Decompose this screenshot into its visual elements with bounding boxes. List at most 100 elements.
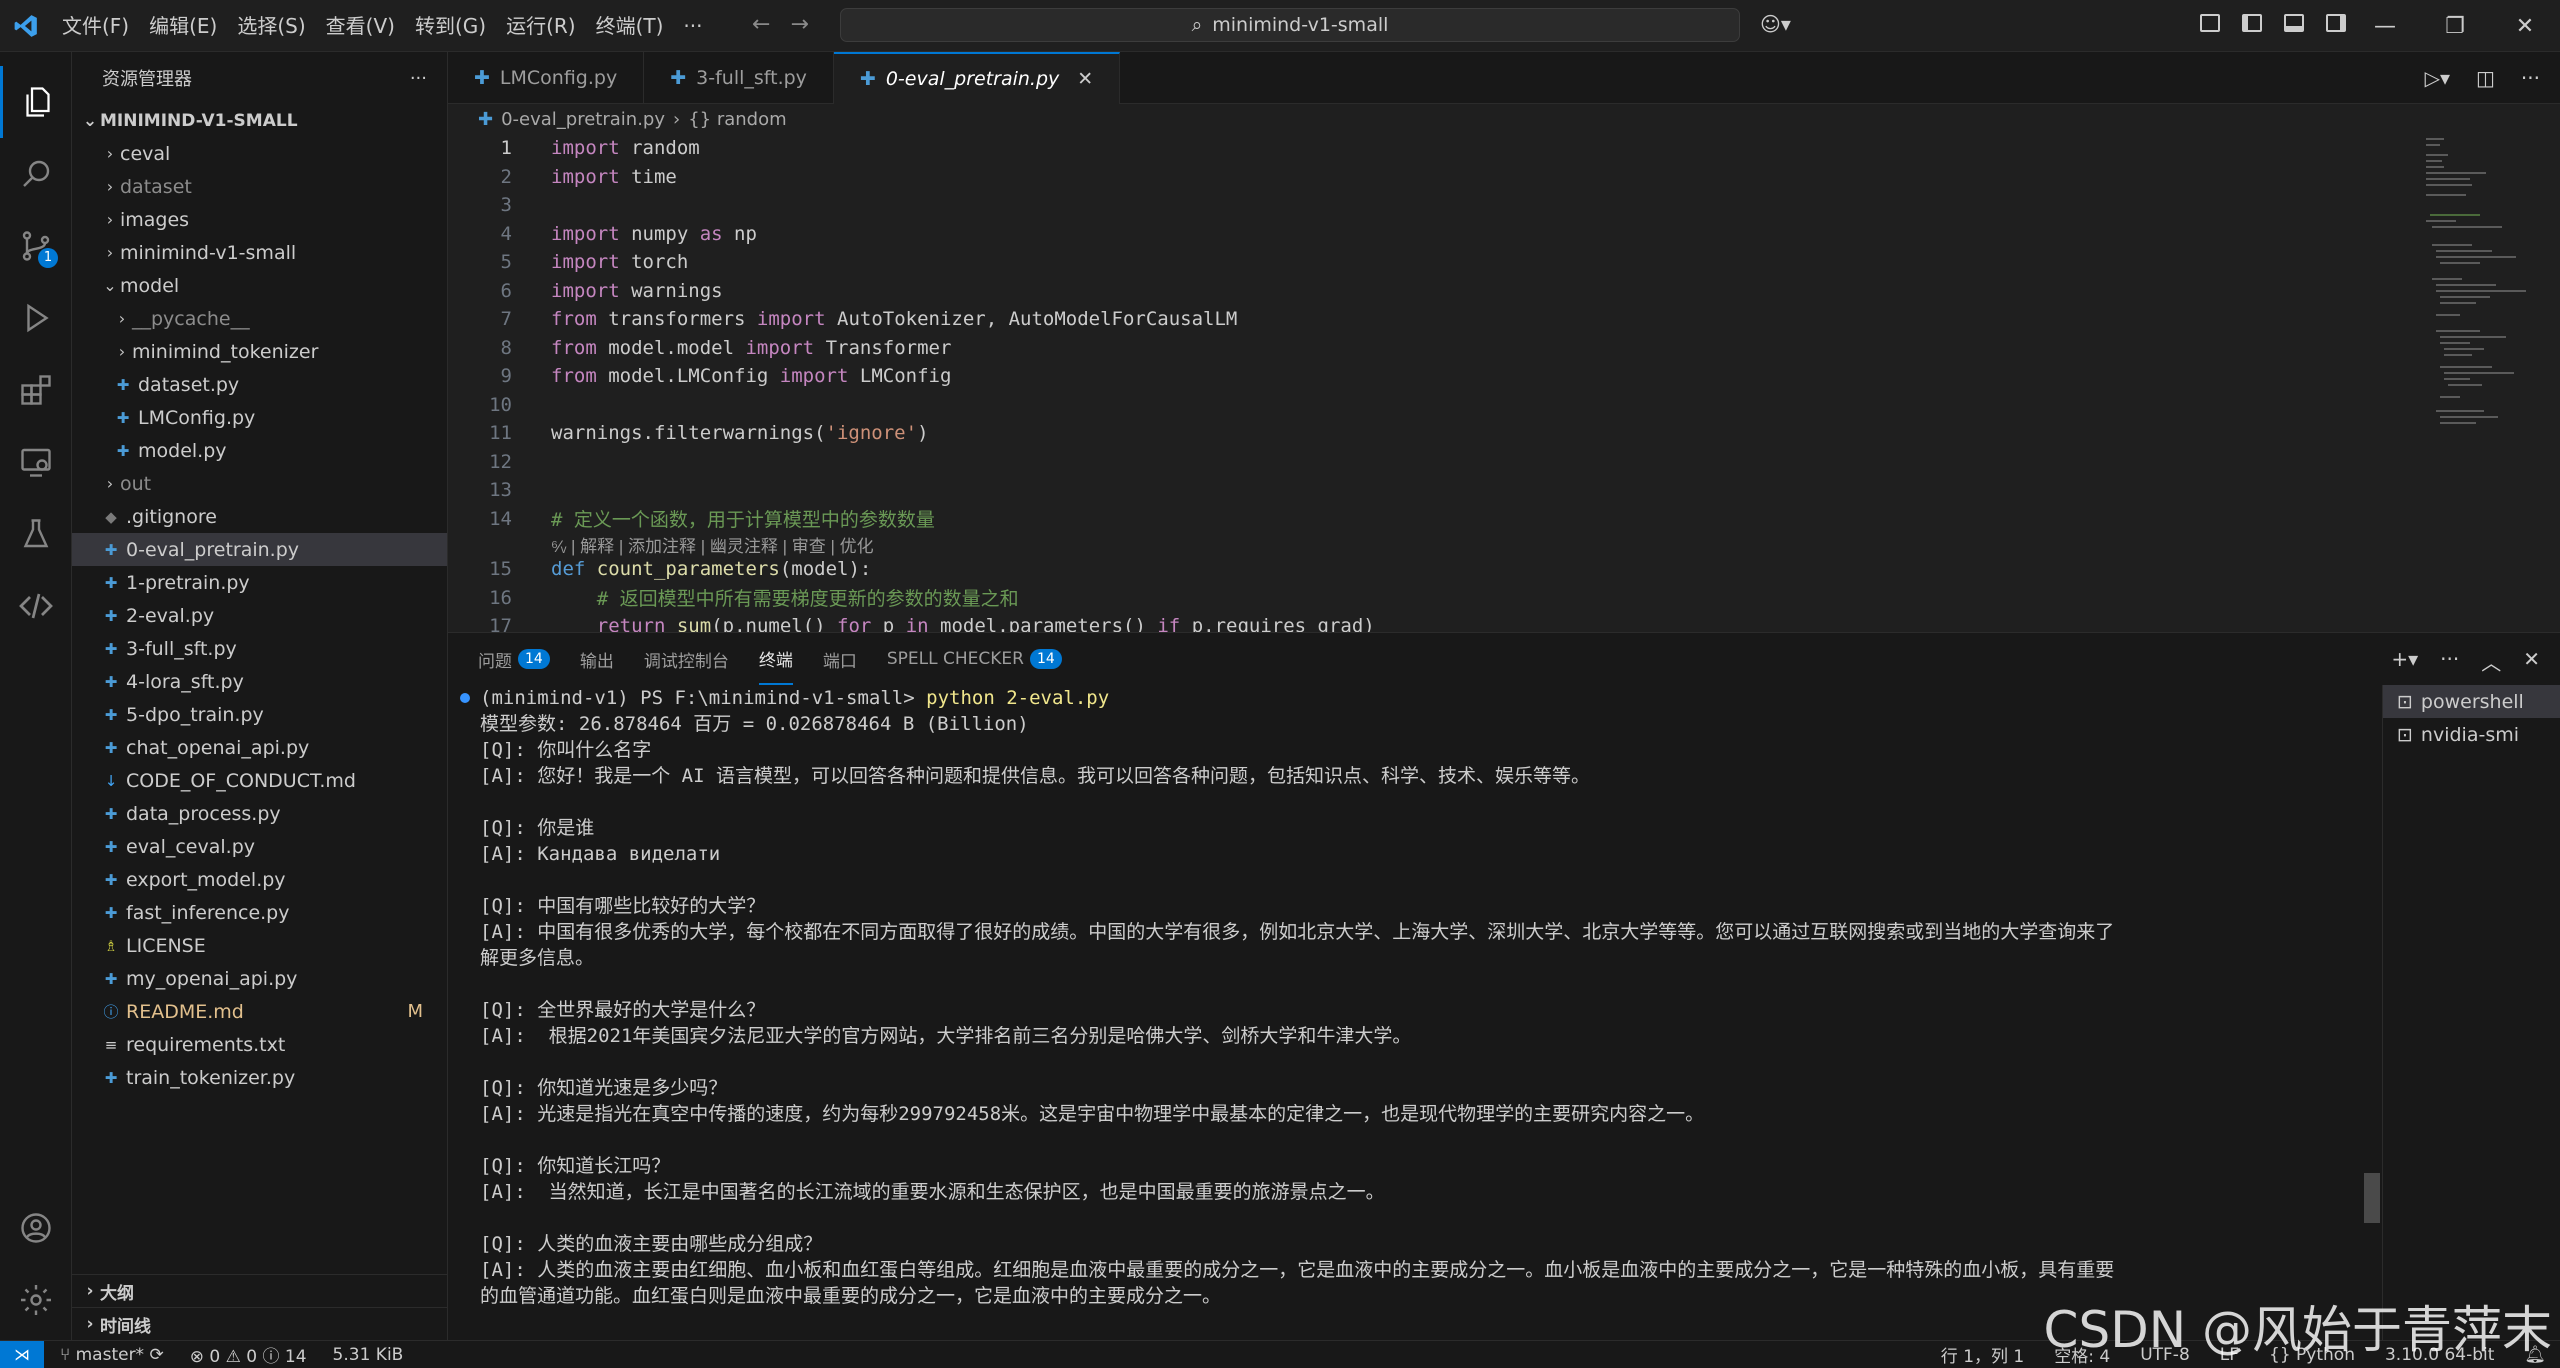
menu-item[interactable]: 选择(S) [227,0,315,52]
cursor-position-status[interactable]: 行 1，列 1 [1941,1342,2024,1367]
menu-item[interactable]: 终端(T) [586,0,674,52]
toggle-panel-icon[interactable] [2284,14,2304,32]
back-arrow-icon[interactable]: ← [752,12,770,37]
search-view-icon[interactable] [0,138,72,210]
menu-item[interactable]: 编辑(E) [139,0,227,52]
panel-tab[interactable]: SPELL CHECKER 14 [887,633,1062,685]
minimize-icon[interactable]: — [2350,0,2420,52]
menu-item[interactable]: 转到(G) [405,0,496,52]
split-editor-icon[interactable]: ◫ [2476,66,2495,90]
remote-explorer-icon[interactable] [0,426,72,498]
code-tag-icon[interactable] [0,570,72,642]
tree-item[interactable]: ✚ data_process.py [72,797,447,830]
toggle-sidebar-icon[interactable] [2242,14,2262,32]
line-number: 8 [500,336,512,359]
tree-item[interactable]: ✚ chat_openai_api.py [72,731,447,764]
tree-item[interactable]: ✚ model.py [72,434,447,467]
tree-item[interactable]: ✚ eval_ceval.py [72,830,447,863]
panel-tab[interactable]: 输出 [580,633,614,685]
tree-item[interactable]: ✚ dataset.py [72,368,447,401]
workspace-root[interactable]: ⌄ MINIMIND-V1-SMALL [72,104,447,137]
terminal-output[interactable]: (minimind-v1) PS F:\minimind-v1-small> p… [448,685,2368,1341]
tree-item[interactable]: › minimind-v1-small [72,236,447,269]
tree-item[interactable]: ◆ .gitignore [72,500,447,533]
tree-item[interactable]: ≡ requirements.txt [72,1028,447,1061]
code-token: transformers [596,308,757,331]
settings-gear-icon[interactable] [0,1264,72,1336]
editor-more-icon[interactable]: ··· [2521,66,2540,90]
code-editor[interactable]: 1 import random 2 import time 3 4 import numpy… [448,134,2408,632]
menu-item[interactable]: 文件(F) [52,0,139,52]
close-panel-icon[interactable]: ✕ [2523,647,2540,676]
terminal-entry[interactable]: ⊡ powershell [2383,685,2560,718]
tree-item[interactable]: ✚ 3-full_sft.py [72,632,447,665]
tree-item[interactable]: › __pycache__ [72,302,447,335]
run-file-icon[interactable]: ▷▾ [2425,66,2450,90]
panel-tab[interactable]: 端口 [823,633,857,685]
panel-more-icon[interactable]: ··· [2440,647,2459,676]
panel-tab[interactable]: 终端 [758,633,793,685]
accounts-icon[interactable] [0,1192,72,1264]
tree-item[interactable]: ↓ CODE_OF_CONDUCT.md [72,764,447,797]
tree-item-label: fast_inference.py [126,901,290,924]
tree-item[interactable]: ✚ fast_inference.py [72,896,447,929]
tree-item[interactable]: ♗ LICENSE [72,929,447,962]
testing-icon[interactable] [0,498,72,570]
menu-item[interactable]: 运行(R) [496,0,586,52]
source-control-icon[interactable]: 1 [0,210,72,282]
tree-item[interactable]: ⓘ README.md M [72,995,447,1028]
explorer-icon[interactable] [0,66,72,138]
restore-icon[interactable]: ❐ [2420,0,2490,52]
breadcrumb-symbol[interactable]: {} random [688,109,786,130]
branch-status[interactable]: ⑂ master* ⟳ [60,1345,164,1365]
run-debug-icon[interactable] [0,282,72,354]
terminal-scrollbar[interactable] [2364,1173,2380,1223]
tree-item[interactable]: ✚ 0-eval_pretrain.py [72,533,447,566]
menu-item[interactable]: ··· [673,0,712,52]
toggle-secondary-sidebar-icon[interactable] [2326,14,2346,32]
code-token: p [871,615,906,632]
tree-item[interactable]: › ceval [72,137,447,170]
minimap[interactable] [2426,134,2546,514]
outline-section[interactable]: › 大纲 [72,1274,448,1307]
copilot-icon[interactable]: ☺︎▾ [1760,12,1791,36]
problems-status[interactable]: ⊗ 0 ⚠ 0 ⓘ 14 [190,1342,307,1367]
tree-item[interactable]: › out [72,467,447,500]
tree-item[interactable]: ✚ export_model.py [72,863,447,896]
editor-tab[interactable]: ✚ LMConfig.py [448,52,645,104]
code-token: model.model [596,336,746,359]
forward-arrow-icon[interactable]: → [790,12,808,37]
command-center-search[interactable]: ⌕ minimind-v1-small [840,8,1740,42]
tree-item[interactable]: ⌄ model [72,269,447,302]
tree-item[interactable]: › dataset [72,170,447,203]
tree-item[interactable]: ✚ my_openai_api.py [72,962,447,995]
timeline-section[interactable]: › 时间线 [72,1307,448,1340]
panel-tab[interactable]: 调试控制台 [644,633,729,685]
panel-tab[interactable]: 问题 14 [478,633,550,685]
menu-item[interactable]: 查看(V) [316,0,405,52]
tree-item[interactable]: ✚ 4-lora_sft.py [72,665,447,698]
tree-item[interactable]: ✚ LMConfig.py [72,401,447,434]
maximize-panel-icon[interactable]: ︿ [2481,647,2501,676]
extensions-icon[interactable] [0,354,72,426]
tree-item[interactable]: ✚ 2-eval.py [72,599,447,632]
code-line: 6 import warnings [448,277,2408,306]
tree-item[interactable]: ✚ 5-dpo_train.py [72,698,447,731]
remote-indicator-icon[interactable]: ⋊ [0,1340,44,1368]
new-terminal-icon[interactable]: +▾ [2391,647,2418,676]
breadcrumb-file[interactable]: 0-eval_pretrain.py [501,109,665,130]
close-tab-icon[interactable]: ✕ [1077,68,1093,90]
editor-tab[interactable]: ✚ 3-full_sft.py [644,52,834,104]
tree-item[interactable]: ✚ train_tokenizer.py [72,1061,447,1094]
command-decoration-icon[interactable] [460,693,470,703]
customize-layout-icon[interactable] [2200,14,2220,32]
close-window-icon[interactable]: ✕ [2490,0,2560,52]
file-size-status[interactable]: 5.31 KiB [333,1345,404,1365]
tree-item[interactable]: ✚ 1-pretrain.py [72,566,447,599]
editor-tab[interactable]: ✚ 0-eval_pretrain.py ✕ [833,52,1121,104]
tree-item[interactable]: › minimind_tokenizer [72,335,447,368]
terminal-entry[interactable]: ⊡ nvidia-smi [2383,718,2560,751]
tree-item[interactable]: › images [72,203,447,236]
explorer-more-icon[interactable]: ··· [410,68,427,89]
codelens-actions[interactable]: ⁶⁄ᵥ | 解释 | 添加注释 | 幽灵注释 | 审查 | 优化 [551,532,874,557]
